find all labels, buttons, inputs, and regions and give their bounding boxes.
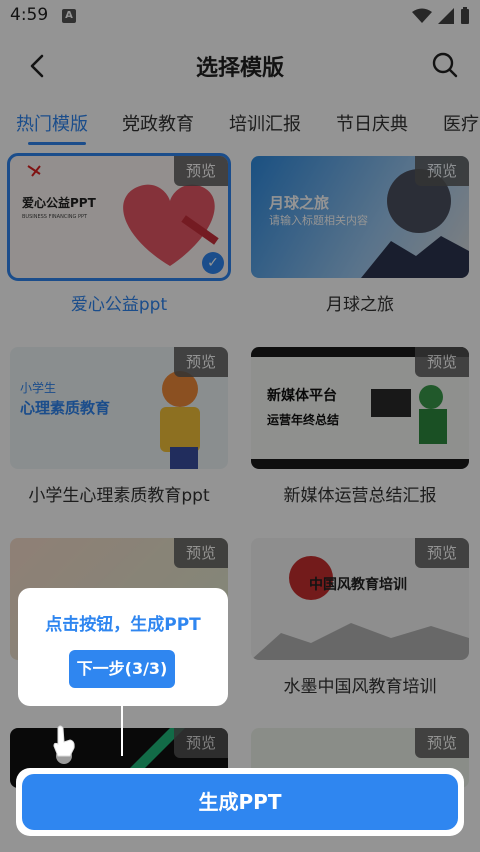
guide-tooltip: 点击按钮，生成PPT 下一步(3/3): [18, 588, 228, 706]
generate-ppt-button[interactable]: 生成PPT: [22, 774, 458, 830]
guide-pointer-line: [121, 706, 123, 756]
guide-text: 点击按钮，生成PPT: [45, 615, 201, 635]
next-step-button[interactable]: 下一步(3/3): [69, 650, 175, 688]
hand-pointer-icon: [53, 725, 75, 764]
